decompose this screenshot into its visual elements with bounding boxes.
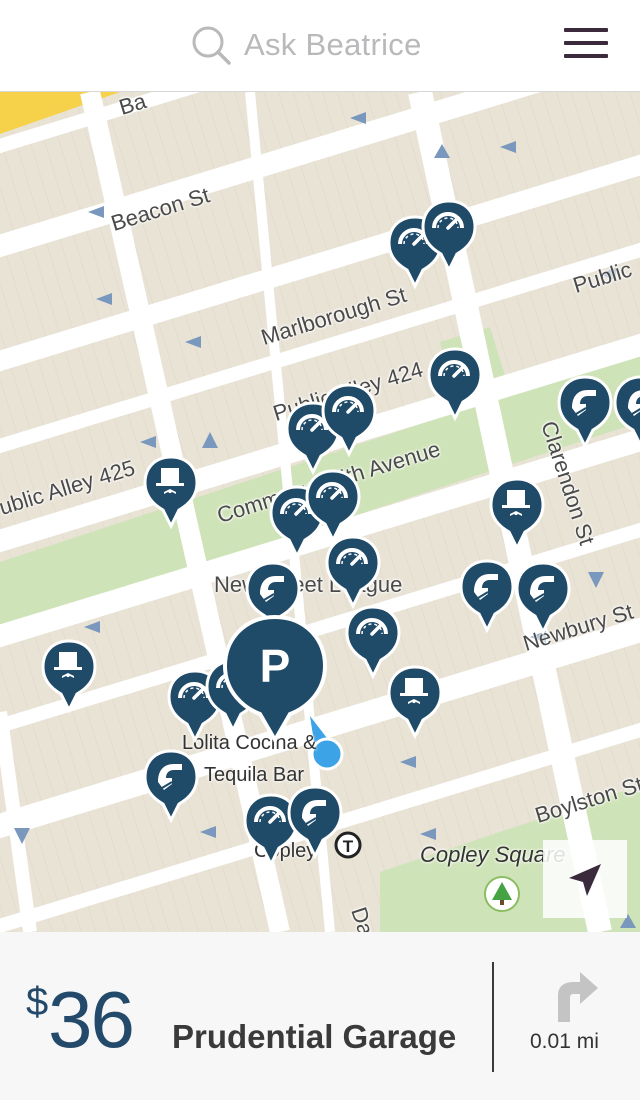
valet-hand-icon: [459, 559, 515, 634]
valet-parking-pin[interactable]: [142, 748, 200, 829]
menu-line: [564, 54, 608, 58]
valet-hand-icon: [143, 749, 199, 824]
svg-text:P: P: [260, 640, 291, 692]
meter-parking-pin[interactable]: [426, 346, 484, 427]
garage-summary-bar[interactable]: $ 36 Prudential Garage 0.01 mi: [0, 932, 640, 1100]
search-bar[interactable]: Ask Beatrice: [190, 20, 422, 70]
locate-me-button[interactable]: [543, 840, 627, 918]
attendant-parking-pin[interactable]: [40, 638, 98, 719]
valet-parking-pin[interactable]: [514, 560, 572, 641]
parking-meter-icon: [325, 535, 381, 610]
valet-parking-pin[interactable]: [612, 374, 640, 455]
valet-hand-icon: [515, 561, 571, 636]
attendant-parking-pin[interactable]: [488, 476, 546, 557]
search-placeholder: Ask Beatrice: [244, 27, 422, 62]
parking-meter-icon: [421, 199, 477, 274]
valet-hand-icon: [287, 785, 343, 860]
price-amount: 36: [48, 975, 135, 1064]
valet-hand-icon: [557, 375, 613, 450]
currency-symbol: $: [26, 980, 49, 1024]
top-bar: Ask Beatrice: [0, 0, 640, 92]
valet-parking-pin[interactable]: [458, 558, 516, 639]
attendant-parking-pin[interactable]: [142, 454, 200, 535]
meter-parking-pin[interactable]: [320, 382, 378, 463]
navigation-arrow-icon: [569, 864, 601, 896]
divider: [492, 962, 494, 1072]
menu-line: [564, 41, 608, 45]
meter-parking-pin[interactable]: [420, 198, 478, 279]
selected-parking-pin[interactable]: P: [222, 614, 328, 749]
top-hat-icon: [489, 477, 545, 552]
menu-line: [564, 28, 608, 32]
valet-parking-pin[interactable]: [286, 784, 344, 865]
top-hat-icon: [387, 665, 443, 740]
attendant-parking-pin[interactable]: [386, 664, 444, 745]
parking-meter-icon: [305, 469, 361, 544]
transit-letter: T: [343, 837, 354, 856]
turn-right-arrow-icon[interactable]: [550, 966, 600, 1027]
parking-meter-icon: [321, 383, 377, 458]
valet-parking-pin[interactable]: [556, 374, 614, 455]
meter-parking-pin[interactable]: [324, 534, 382, 615]
parking-p-icon: P: [222, 614, 328, 745]
hamburger-menu-icon[interactable]: [562, 26, 610, 60]
valet-hand-icon: [613, 375, 640, 448]
map-view[interactable]: T Beacon St Marlborough St Public Alley …: [0, 92, 640, 932]
search-icon: [192, 26, 231, 65]
top-hat-icon: [143, 455, 199, 530]
distance-label: 0.01 mi: [530, 1030, 599, 1053]
parking-meter-icon: [427, 347, 483, 422]
top-hat-icon: [41, 639, 97, 714]
garage-name: Prudential Garage: [172, 1018, 457, 1055]
